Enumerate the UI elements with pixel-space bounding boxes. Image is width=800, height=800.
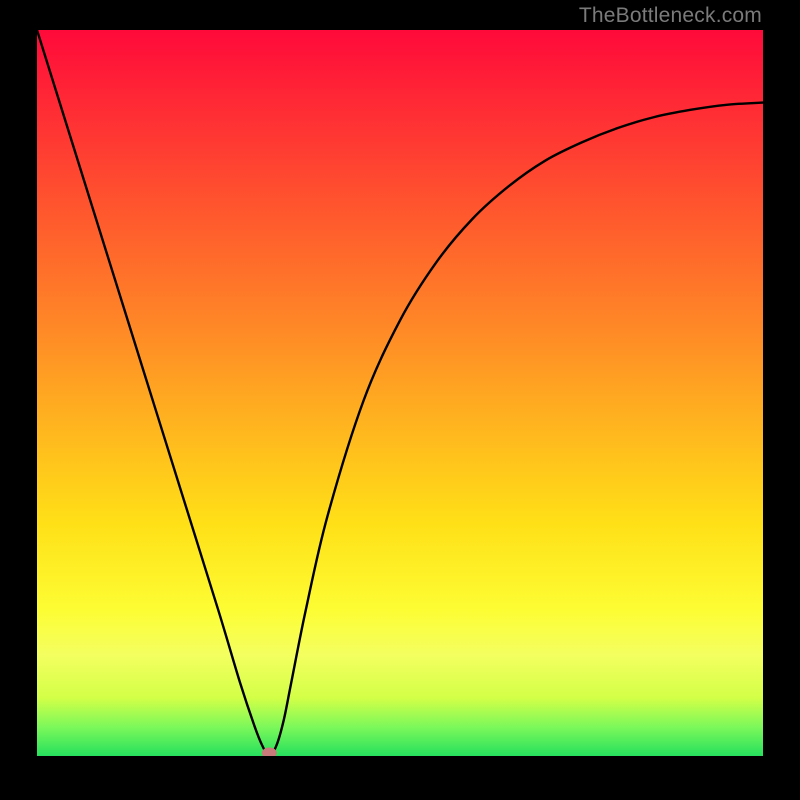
curve-svg (37, 30, 763, 756)
watermark-text: TheBottleneck.com (579, 4, 762, 28)
bottleneck-curve (37, 30, 763, 756)
minimum-marker (262, 748, 276, 756)
chart-frame: TheBottleneck.com (0, 0, 800, 800)
plot-area (37, 30, 763, 756)
